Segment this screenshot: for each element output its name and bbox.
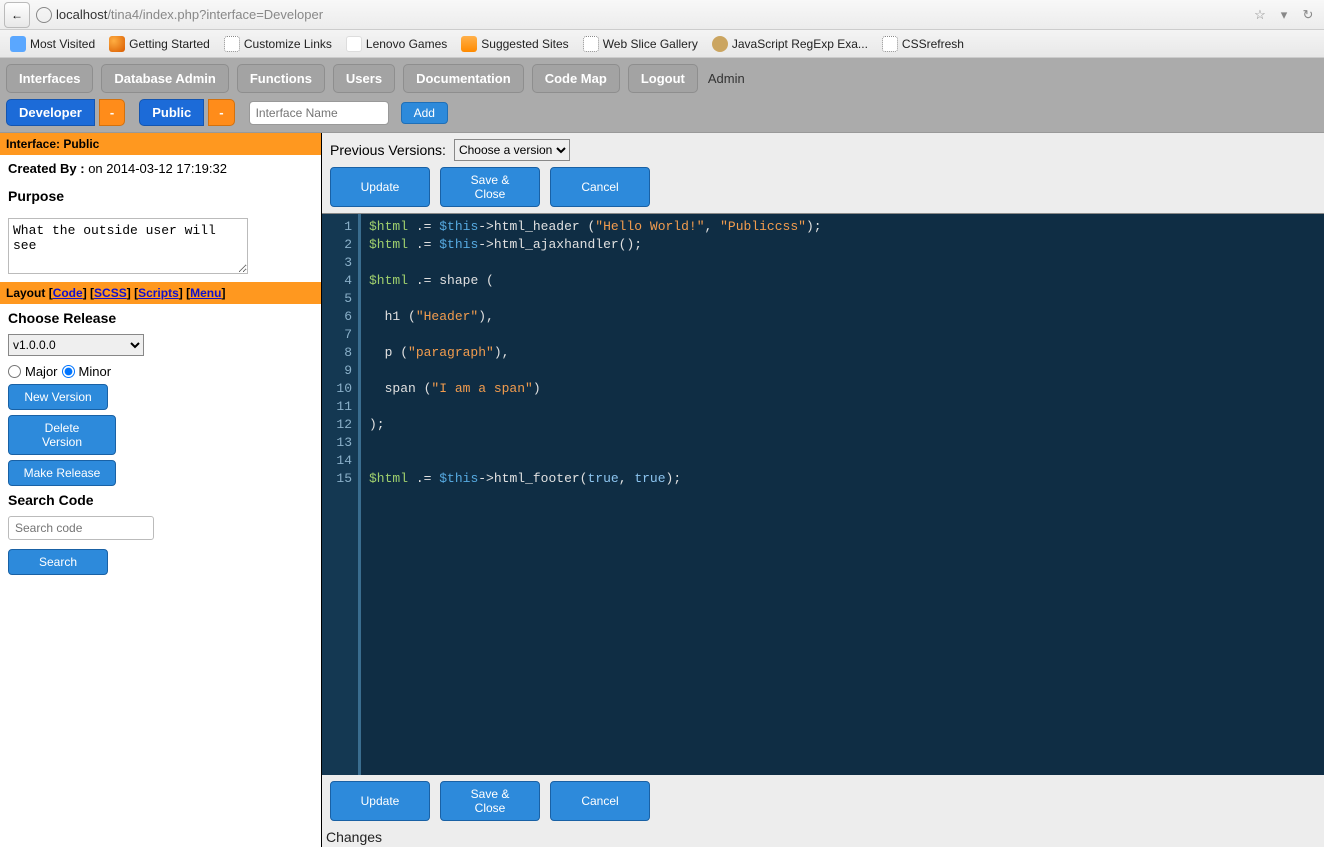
new-version-button[interactable]: New Version	[8, 384, 108, 410]
nav-codemap[interactable]: Code Map	[532, 64, 620, 93]
bookmark-icon	[712, 36, 728, 52]
bookmark-icon	[10, 36, 26, 52]
app-header: Interfaces Database Admin Functions User…	[0, 58, 1324, 133]
bookmark-icon	[224, 36, 240, 52]
bookmark-cssrefresh[interactable]: CSSrefresh	[878, 34, 968, 54]
nav-functions[interactable]: Functions	[237, 64, 325, 93]
search-button[interactable]: Search	[8, 549, 108, 575]
bookmark-icon	[461, 36, 477, 52]
bookmark-label: Suggested Sites	[481, 37, 568, 51]
major-radio[interactable]	[8, 365, 21, 378]
minor-radio[interactable]	[62, 365, 75, 378]
code-content[interactable]: $html .= $this->html_header ("Hello Worl…	[358, 214, 1324, 775]
major-label: Major	[25, 364, 58, 379]
bookmark-getting-started[interactable]: Getting Started	[105, 34, 214, 54]
created-by: Created By : on 2014-03-12 17:19:32	[0, 155, 321, 182]
make-release-button[interactable]: Make Release	[8, 460, 116, 486]
choose-release-heading: Choose Release	[8, 310, 313, 326]
bookmark-icon	[583, 36, 599, 52]
purpose-textarea[interactable]	[8, 218, 248, 274]
line-gutter: 123456789101112131415	[322, 214, 358, 775]
bookmark-suggested[interactable]: Suggested Sites	[457, 34, 572, 54]
bookmark-label: Most Visited	[30, 37, 95, 51]
layout-bar: Layout [Code] [SCSS] [Scripts] [Menu]	[0, 282, 321, 304]
url-bar[interactable]: localhost/tina4/index.php?interface=Deve…	[56, 7, 323, 22]
browser-toolbar: ← localhost/tina4/index.php?interface=De…	[0, 0, 1324, 30]
changes-label: Changes	[322, 827, 1324, 847]
bookmark-label: Web Slice Gallery	[603, 37, 698, 51]
save-close-button-top[interactable]: Save & Close	[440, 167, 540, 207]
interface-title-bar: Interface: Public	[0, 133, 321, 155]
layout-link-scripts[interactable]: Scripts	[138, 286, 179, 300]
nav-logout[interactable]: Logout	[628, 64, 698, 93]
minor-label: Minor	[79, 364, 112, 379]
bookmark-label: Getting Started	[129, 37, 210, 51]
search-code-heading: Search Code	[8, 492, 313, 508]
bookmark-lenovo[interactable]: Lenovo Games	[342, 34, 451, 54]
bookmark-icon	[882, 36, 898, 52]
tab-public-remove[interactable]: -	[208, 99, 234, 126]
bookmark-most-visited[interactable]: Most Visited	[6, 34, 99, 54]
bookmark-label: Customize Links	[244, 37, 332, 51]
tab-developer[interactable]: Developer	[6, 99, 95, 126]
arrow-left-icon: ←	[11, 8, 23, 22]
bookmark-label: CSSrefresh	[902, 37, 964, 51]
history-dropdown-icon[interactable]: ▾	[1276, 7, 1292, 23]
admin-label: Admin	[708, 71, 745, 86]
add-interface-button[interactable]: Add	[401, 102, 448, 124]
bookmark-customize[interactable]: Customize Links	[220, 34, 336, 54]
layout-link-menu[interactable]: Menu	[190, 286, 221, 300]
nav-users[interactable]: Users	[333, 64, 395, 93]
bookmark-label: Lenovo Games	[366, 37, 447, 51]
code-editor[interactable]: 123456789101112131415 $html .= $this->ht…	[322, 213, 1324, 775]
interface-name-input[interactable]	[249, 101, 389, 125]
back-button[interactable]: ←	[4, 2, 30, 28]
update-button-bottom[interactable]: Update	[330, 781, 430, 821]
bookmark-star-icon[interactable]: ☆	[1252, 7, 1268, 23]
bookmark-webslice[interactable]: Web Slice Gallery	[579, 34, 702, 54]
sidebar: Interface: Public Created By : on 2014-0…	[0, 133, 322, 847]
globe-icon	[36, 7, 52, 23]
delete-version-button[interactable]: Delete Version	[8, 415, 116, 455]
bookmark-label: JavaScript RegExp Exa...	[732, 37, 868, 51]
nav-interfaces[interactable]: Interfaces	[6, 64, 93, 93]
version-select[interactable]: Choose a version	[454, 139, 570, 161]
bookmarks-bar: Most Visited Getting Started Customize L…	[0, 30, 1324, 58]
bookmark-icon	[109, 36, 125, 52]
bookmark-regex[interactable]: JavaScript RegExp Exa...	[708, 34, 872, 54]
nav-dbadmin[interactable]: Database Admin	[101, 64, 228, 93]
update-button-top[interactable]: Update	[330, 167, 430, 207]
cancel-button-top[interactable]: Cancel	[550, 167, 650, 207]
nav-docs[interactable]: Documentation	[403, 64, 524, 93]
cancel-button-bottom[interactable]: Cancel	[550, 781, 650, 821]
layout-link-code[interactable]: Code	[53, 286, 83, 300]
editor-panel: Previous Versions: Choose a version Upda…	[322, 133, 1324, 847]
purpose-heading: Purpose	[8, 188, 313, 204]
tab-public[interactable]: Public	[139, 99, 204, 126]
tab-developer-remove[interactable]: -	[99, 99, 125, 126]
search-code-input[interactable]	[8, 516, 154, 540]
previous-versions-label: Previous Versions:	[330, 142, 446, 158]
bookmark-icon	[346, 36, 362, 52]
reload-icon[interactable]: ↻	[1300, 7, 1316, 23]
save-close-button-bottom[interactable]: Save & Close	[440, 781, 540, 821]
layout-link-scss[interactable]: SCSS	[94, 286, 127, 300]
release-select[interactable]: v1.0.0.0	[8, 334, 144, 356]
